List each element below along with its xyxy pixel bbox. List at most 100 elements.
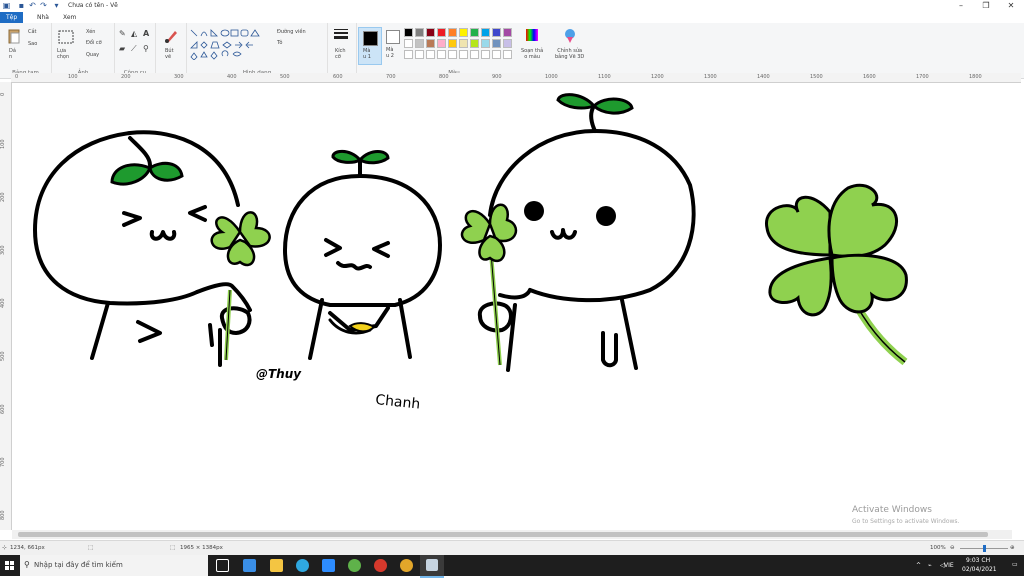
zoom-in-button[interactable]: ⊕ [1010, 545, 1015, 551]
palette-color-swatch[interactable] [415, 28, 424, 37]
horizontal-scrollbar[interactable] [12, 530, 1012, 539]
palette-color-swatch[interactable] [503, 50, 512, 59]
undo-icon[interactable]: ↶ [28, 1, 37, 10]
copy-button[interactable]: Sao [28, 41, 37, 47]
chrome-icon[interactable] [400, 559, 413, 572]
palette-color-swatch[interactable] [492, 28, 501, 37]
text-icon[interactable]: A [143, 29, 149, 38]
paint3d-label[interactable]: Chỉnh sửa bằng Vẽ 3D [555, 48, 584, 60]
crop-button[interactable]: Xén [86, 29, 95, 35]
palette-color-swatch[interactable] [459, 28, 468, 37]
tab-file[interactable]: Tệp [0, 12, 24, 23]
pencil-icon[interactable]: ✎ [119, 29, 126, 38]
brushes-label[interactable]: Bút vẽ [165, 48, 174, 60]
shapes-gallery[interactable] [189, 28, 271, 60]
edit-colors-icon[interactable] [525, 28, 539, 42]
edit-colors-label[interactable]: Soạn thả o màu [521, 48, 543, 60]
zoom-slider-thumb[interactable] [983, 545, 986, 552]
brush-icon[interactable] [163, 28, 179, 44]
fill-icon[interactable]: ◭ [131, 29, 137, 38]
palette-color-swatch[interactable] [481, 28, 490, 37]
zoom-app-icon[interactable] [322, 559, 335, 572]
ruler-tick-label: 400 [0, 298, 6, 308]
input-language[interactable]: VIE [944, 562, 954, 569]
magnifier-icon[interactable]: ⚲ [143, 44, 149, 53]
palette-color-swatch[interactable] [404, 50, 413, 59]
clock-time[interactable]: 9:03 CH [966, 557, 990, 564]
paint3d-icon[interactable] [563, 28, 577, 44]
edge-icon[interactable] [296, 559, 309, 572]
palette-color-swatch[interactable] [459, 50, 468, 59]
palette-color-swatch[interactable] [492, 39, 501, 48]
rotate-button[interactable]: Quay [86, 52, 99, 58]
palette-color-swatch[interactable] [404, 39, 413, 48]
select-label[interactable]: Lựa chọn [57, 48, 69, 60]
select-icon[interactable] [58, 30, 74, 44]
tray-chevron-icon[interactable]: ^ [916, 562, 921, 569]
palette-color-swatch[interactable] [459, 39, 468, 48]
paste-label[interactable]: Dá n [9, 48, 16, 60]
file-explorer-icon[interactable] [270, 559, 283, 572]
close-button[interactable]: ✕ [1000, 0, 1022, 12]
character3-mouth [550, 228, 577, 240]
palette-color-swatch[interactable] [503, 28, 512, 37]
app-icon-green[interactable] [348, 559, 361, 572]
fill-dropdown[interactable]: Tô [277, 40, 282, 46]
task-view-icon[interactable] [216, 559, 229, 572]
size-icon[interactable] [333, 28, 349, 42]
size-label[interactable]: Kích cỡ [335, 48, 346, 60]
scrollbar-thumb[interactable] [18, 532, 988, 537]
windows-start-icon[interactable] [5, 561, 15, 571]
character3-sprout-left [556, 93, 597, 110]
palette-color-swatch[interactable] [503, 39, 512, 48]
zoom-out-button[interactable]: ⊖ [950, 545, 955, 551]
mail-icon[interactable] [243, 559, 256, 572]
palette-color-swatch[interactable] [426, 39, 435, 48]
shapes-group: Đường viền Tô Hình dạng [187, 23, 328, 78]
minimize-button[interactable]: – [950, 0, 972, 12]
paint-taskbar-button[interactable] [420, 555, 444, 578]
ruler-tick-label: 500 [0, 351, 6, 361]
save-icon[interactable]: ▪ [17, 1, 26, 10]
maximize-button[interactable]: ❐ [975, 0, 997, 12]
palette-color-swatch[interactable] [448, 28, 457, 37]
tab-home[interactable]: Nhà [31, 12, 55, 23]
color1-button[interactable]: Mà u 1 [358, 27, 382, 65]
ruler-tick-label: 300 [0, 245, 6, 255]
palette-color-swatch[interactable] [470, 50, 479, 59]
ruler-tick-label: 1000 [545, 74, 558, 80]
palette-color-swatch[interactable] [492, 50, 501, 59]
palette-color-swatch[interactable] [437, 39, 446, 48]
resize-button[interactable]: Đổi cỡ [86, 40, 102, 46]
drawing-canvas[interactable]: @Thuy Chanh [12, 83, 1021, 530]
color2-button[interactable]: Mà u 2 [382, 27, 402, 63]
palette-color-swatch[interactable] [470, 28, 479, 37]
character3-eye-right [596, 206, 616, 226]
palette-color-swatch[interactable] [404, 28, 413, 37]
network-icon[interactable]: ⌁ [928, 562, 932, 569]
clock-date[interactable]: 02/04/2021 [962, 566, 997, 573]
ruler-tick-label: 800 [0, 510, 6, 520]
redo-icon[interactable]: ↷ [39, 1, 48, 10]
palette-color-swatch[interactable] [437, 28, 446, 37]
taskbar-search-box[interactable]: ⚲ Nhập tại đây để tìm kiếm [20, 555, 208, 576]
notification-icon[interactable]: ▭ [1012, 561, 1018, 568]
palette-color-swatch[interactable] [415, 50, 424, 59]
paste-icon[interactable] [7, 28, 21, 44]
palette-color-swatch[interactable] [415, 39, 424, 48]
cut-button[interactable]: Cắt [28, 29, 37, 35]
customize-icon[interactable]: ▾ [52, 1, 61, 10]
eraser-icon[interactable]: ▰ [119, 44, 125, 53]
color-picker-icon[interactable]: ⟋ [131, 44, 137, 54]
palette-color-swatch[interactable] [481, 50, 490, 59]
tab-view[interactable]: Xem [57, 12, 82, 23]
palette-color-swatch[interactable] [448, 39, 457, 48]
opera-icon[interactable] [374, 559, 387, 572]
palette-color-swatch[interactable] [426, 28, 435, 37]
palette-color-swatch[interactable] [426, 50, 435, 59]
palette-color-swatch[interactable] [470, 39, 479, 48]
outline-dropdown[interactable]: Đường viền [277, 29, 306, 35]
palette-color-swatch[interactable] [448, 50, 457, 59]
palette-color-swatch[interactable] [481, 39, 490, 48]
palette-color-swatch[interactable] [437, 50, 446, 59]
